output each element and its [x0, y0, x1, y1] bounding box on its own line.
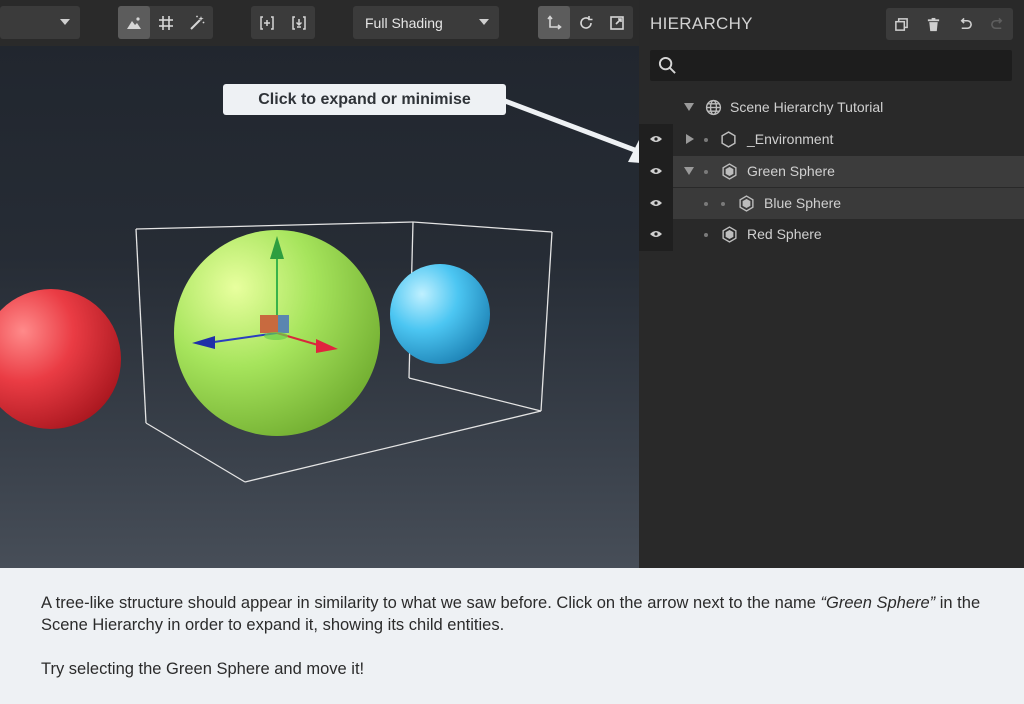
translate-tool-button[interactable] [538, 6, 570, 39]
shading-dropdown-value: Full Shading [365, 14, 443, 31]
view-tools-group [118, 6, 213, 39]
hexagon-icon [721, 131, 736, 148]
focus-selection-button[interactable] [251, 6, 283, 39]
eye-icon[interactable] [650, 135, 662, 143]
eye-icon[interactable] [650, 230, 662, 238]
tree-item-label: Scene Hierarchy Tutorial [730, 99, 884, 115]
undo-icon [960, 17, 972, 29]
blue-sphere[interactable] [390, 264, 490, 364]
viewport-toolbar: Full Shading [0, 0, 639, 46]
bullet-dot [721, 202, 725, 206]
scale-tool-button[interactable] [601, 6, 633, 39]
red-sphere[interactable] [0, 289, 121, 429]
landscape-icon [126, 16, 141, 29]
frame-icon [292, 15, 306, 30]
callout-tooltip: Click to expand or minimise [223, 84, 506, 115]
hierarchy-panel: HIERARCHY Scene Hierarchy Tutorial _Envi… [639, 0, 1024, 568]
undo-button[interactable] [950, 8, 982, 40]
bullet-dot [704, 233, 708, 237]
callout-text: Click to expand or minimise [258, 90, 471, 108]
grid-icon [158, 15, 173, 30]
chevron-down-icon [479, 19, 489, 25]
tree-item-label: Blue Sphere [764, 195, 842, 211]
delete-button[interactable] [918, 8, 950, 40]
instruction-paragraph-2: Try selecting the Green Sphere and move … [41, 660, 365, 678]
redo-icon [990, 17, 1003, 29]
tree-item-environment[interactable]: _Environment [673, 124, 1024, 155]
globe-icon [705, 99, 722, 116]
transform-tools-group [538, 6, 633, 39]
expand-arrow-icon[interactable] [684, 103, 694, 111]
tree-item-blue-sphere[interactable]: Blue Sphere [673, 188, 1024, 219]
eye-icon[interactable] [650, 199, 662, 207]
camera-dropdown[interactable] [0, 6, 80, 39]
search-icon [658, 56, 676, 74]
instruction-text: A tree-like structure should appear in s… [41, 594, 821, 612]
chevron-down-icon [60, 19, 70, 25]
focus-tools-group [251, 6, 315, 39]
eye-icon[interactable] [650, 167, 662, 175]
tree-item-label: Red Sphere [747, 226, 822, 242]
hierarchy-title: HIERARCHY [650, 14, 753, 33]
visibility-column [639, 124, 673, 251]
bullet-dot [704, 170, 708, 174]
shading-dropdown[interactable]: Full Shading [353, 6, 499, 39]
entity-cube-icon [739, 195, 754, 212]
scene-viewport[interactable]: Full Shading Click to expand or minimise [0, 0, 639, 568]
effects-toggle-button[interactable] [181, 6, 213, 39]
tree-item-label: _Environment [747, 131, 834, 147]
callout-arrow [504, 98, 639, 163]
hierarchy-actions [886, 8, 1013, 40]
tree-item-label: Green Sphere [747, 163, 835, 179]
expand-arrow-icon[interactable] [684, 167, 694, 175]
instruction-paragraph-1: A tree-like structure should appear in s… [41, 592, 984, 636]
entity-cube-icon [722, 226, 737, 243]
frame-selection-button[interactable] [283, 6, 315, 39]
rotate-tool-button[interactable] [570, 6, 602, 39]
scale-icon [610, 15, 624, 30]
tree-item-red-sphere[interactable]: Red Sphere [673, 219, 1024, 250]
duplicate-icon [895, 17, 909, 31]
landscape-toggle-button[interactable] [118, 6, 150, 39]
scene-canvas[interactable] [0, 46, 639, 568]
bullet-dot [704, 138, 708, 142]
tutorial-instructions: A tree-like structure should appear in s… [0, 568, 1024, 704]
translate-axes-icon [547, 14, 562, 30]
rotate-icon [579, 15, 592, 29]
expand-arrow-icon[interactable] [686, 134, 694, 144]
grid-toggle-button[interactable] [150, 6, 182, 39]
instruction-emphasis: “Green Sphere” [820, 594, 936, 612]
focus-icon [260, 15, 274, 30]
search-input[interactable] [684, 54, 1004, 77]
tree-item-scene-root[interactable]: Scene Hierarchy Tutorial [673, 92, 1024, 123]
entity-cube-icon [722, 163, 737, 180]
redo-button[interactable] [981, 8, 1013, 40]
tree-item-green-sphere[interactable]: Green Sphere [673, 156, 1024, 187]
magic-wand-icon [190, 15, 205, 30]
bullet-dot [704, 202, 708, 206]
hierarchy-search [650, 50, 1012, 81]
duplicate-button[interactable] [886, 8, 918, 40]
trash-icon [928, 17, 940, 31]
